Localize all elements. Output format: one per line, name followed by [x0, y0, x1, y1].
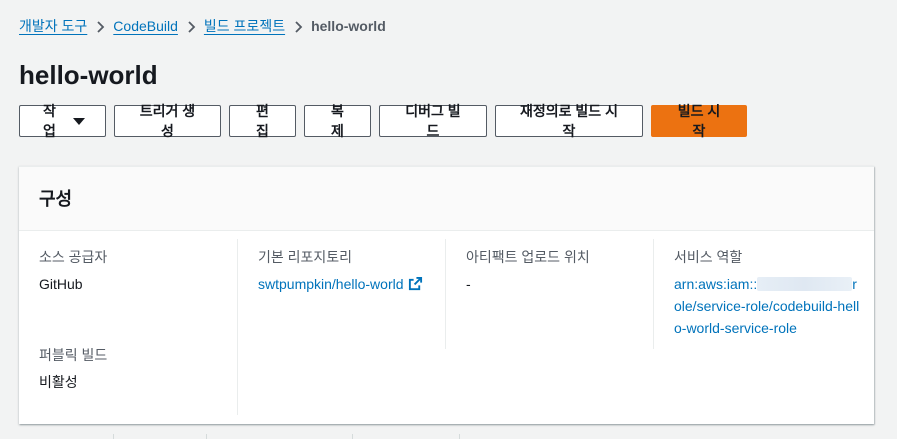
actions-dropdown-button[interactable]: 작업 [19, 103, 106, 139]
artifact-location-label: 아티팩트 업로드 위치 [466, 249, 590, 265]
source-provider-column: 소스 공급자 GitHub 퍼블릭 빌드 비활성 [19, 239, 237, 393]
configuration-grid: 소스 공급자 GitHub 퍼블릭 빌드 비활성 기본 리포지토리 swtpum… [19, 231, 874, 424]
breadcrumb: 개발자 도구 CodeBuild 빌드 프로젝트 hello-world [19, 16, 386, 36]
start-build-button[interactable]: 빌드 시작 [651, 103, 747, 139]
service-role-label: 서비스 역할 [674, 249, 743, 265]
artifact-location-column: 아티팩트 업로드 위치 - [445, 239, 653, 349]
panel-title: 구성 [39, 189, 73, 209]
service-role-column: 서비스 역할 arn:aws:iam:: role/service-role/co… [653, 239, 874, 349]
public-build-label: 퍼블릭 빌드 [39, 347, 108, 363]
actions-label: 작업 [43, 103, 56, 139]
external-link-icon[interactable] [408, 276, 423, 291]
chevron-right-icon [87, 16, 113, 36]
public-build-value: 비활성 [39, 374, 78, 390]
tick [459, 434, 460, 439]
primary-repo-value-row: swtpumpkin/hello-world [258, 273, 425, 295]
service-role-prefix: arn:aws:iam:: [674, 276, 758, 292]
chevron-right-icon [285, 16, 311, 36]
breadcrumb-build-projects[interactable]: 빌드 프로젝트 [204, 16, 285, 36]
source-provider-value: GitHub [39, 276, 83, 292]
tick [352, 434, 353, 439]
primary-repo-column: 기본 리포지토리 swtpumpkin/hello-world [237, 239, 445, 415]
page-title: hello-world [19, 60, 158, 90]
caret-down-icon [73, 117, 85, 125]
create-trigger-button[interactable]: 트리거 생성 [114, 103, 221, 139]
chevron-right-icon [178, 16, 204, 36]
breadcrumb-codebuild[interactable]: CodeBuild [113, 16, 178, 36]
clone-button[interactable]: 복제 [304, 103, 371, 139]
source-provider-label: 소스 공급자 [39, 249, 108, 265]
breadcrumb-current: hello-world [311, 18, 386, 34]
tick [113, 434, 114, 439]
redacted-account-id [757, 277, 853, 291]
edit-button[interactable]: 편집 [229, 103, 296, 139]
primary-repo-link[interactable]: swtpumpkin/hello-world [258, 276, 404, 292]
service-role-link[interactable]: arn:aws:iam:: role/service-role/codebuild… [674, 273, 864, 339]
debug-build-button[interactable]: 디버그 빌드 [379, 103, 487, 139]
action-toolbar: 작업 트리거 생성 편집 복제 디버그 빌드 재정의로 빌드 시작 빌드 시작 [19, 103, 747, 139]
next-section-edge [0, 434, 897, 439]
tick [206, 434, 207, 439]
panel-header: 구성 [19, 167, 874, 231]
primary-repo-label: 기본 리포지토리 [258, 249, 353, 265]
breadcrumb-developer-tools[interactable]: 개발자 도구 [19, 16, 87, 36]
artifact-location-value: - [466, 276, 471, 292]
configuration-panel: 구성 소스 공급자 GitHub 퍼블릭 빌드 비활성 기본 리포지토리 swt… [19, 166, 874, 424]
start-build-with-overrides-button[interactable]: 재정의로 빌드 시작 [495, 103, 643, 139]
